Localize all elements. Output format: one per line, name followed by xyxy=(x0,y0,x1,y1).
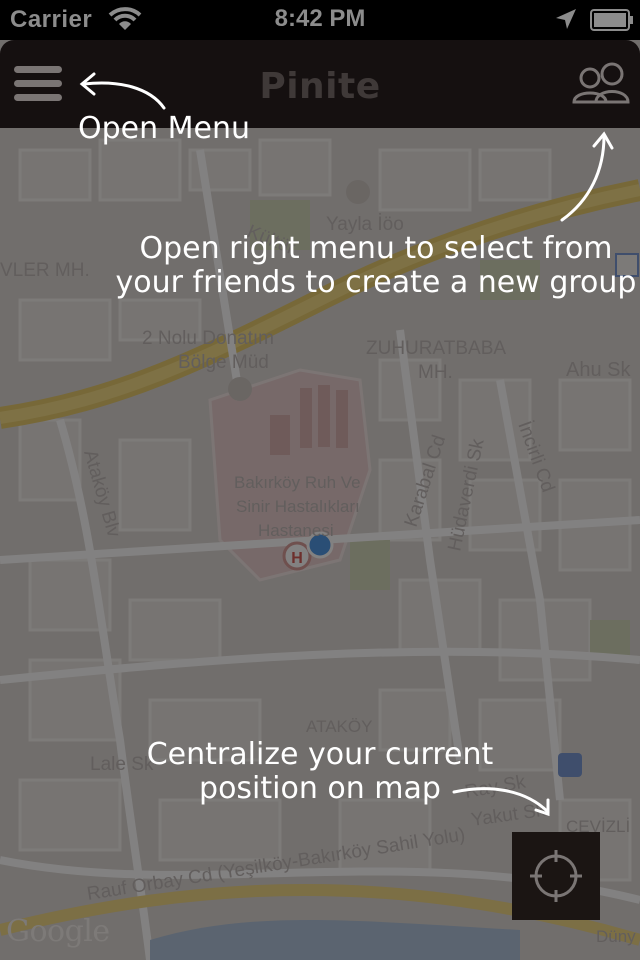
arrow-to-friends-icon xyxy=(560,134,606,222)
hint-centralize-line-1: Centralize your current xyxy=(146,737,494,772)
hint-right-menu-line-2: your friends to create a new group xyxy=(115,265,637,300)
hint-open-menu: Open Menu xyxy=(78,111,251,146)
hint-right-menu: Open right menu to select from your frie… xyxy=(112,232,640,300)
hint-centralize-line-2: position on map xyxy=(199,771,441,806)
hint-right-menu-line-1: Open right menu to select from xyxy=(139,231,613,266)
center-location-button[interactable] xyxy=(512,832,600,920)
arrow-to-menu-icon xyxy=(82,81,166,110)
hint-centralize: Centralize your current position on map xyxy=(140,738,500,806)
crosshair-target-icon xyxy=(530,850,582,902)
